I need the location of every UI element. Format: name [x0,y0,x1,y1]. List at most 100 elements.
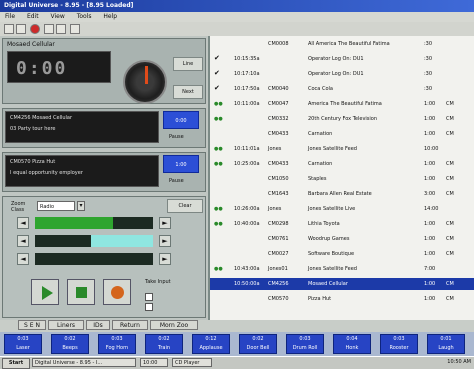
log-row[interactable]: ✔ 10:17:50a CM0040 Coca Cola:30 [210,83,474,95]
task-status[interactable]: 10:00 [140,358,168,367]
left-arrow-icon[interactable]: ◄ [17,253,29,265]
log-code: CM0298 [268,221,289,227]
tab-morn-zoo[interactable]: Morn Zoo [150,320,198,330]
cart-label: Fog Horn [105,345,129,351]
taskbar: Start Digital Universe - 8.95 - I... 10:… [0,356,474,369]
log-row[interactable]: ●● 10:25:00a CM0433 Carnation 1:00 CM [210,158,474,170]
cart-button[interactable]: 0:02 Train [145,334,183,354]
log-length: :30 [424,41,433,47]
deck-2: CM0570 Pizza Hut I equal opportunity emp… [2,152,206,192]
deck-2-time[interactable]: 1:00 [163,155,199,173]
tab-return[interactable]: Return [112,320,148,330]
play-button[interactable] [31,279,59,305]
deck-1-display: CM4256 Mosaed Cellular 03 Party tour her… [5,111,159,143]
menu-help[interactable]: Help [103,13,117,20]
log-code: CM0040 [268,86,289,92]
cart-label: Laugh [438,345,454,351]
fader-3[interactable] [35,253,153,265]
log-row[interactable]: ●● 10:43:00a Jones01 Jones Satellite Feed 7:… [210,263,474,275]
next-button[interactable]: Next [173,85,203,99]
log-row[interactable]: CM0761 Woodrup Games 1:00 CM [210,233,474,245]
log-row[interactable]: CM0008 All America The Beautiful Fatima:3… [210,38,474,50]
toolbar-button-2[interactable] [16,24,26,34]
play-icon [42,286,53,300]
menu-view[interactable]: View [51,13,65,20]
menu-file[interactable]: File [5,13,15,20]
line-button[interactable]: Line [173,57,203,71]
mixer-panel: Zoom Class Radio ▾ Clear ◄ ► ◄ ► ◄ ► Tak… [2,196,206,318]
cart-button[interactable]: 0:12 Applause [192,334,230,354]
fader-1[interactable] [35,217,153,229]
tab-ids[interactable]: IDs [86,320,110,330]
cart-button[interactable]: 0:03 Fog Horn [98,334,136,354]
log-row[interactable]: CM0027 Software Boutique 1:00 CM [210,248,474,260]
log-code: CM0433 [268,131,289,137]
log-row[interactable]: ●● 10:26:00a Jones Jones Satellite Live 14:0… [210,203,474,215]
cart-button[interactable]: 0:03 Laser [4,334,42,354]
log-row[interactable]: CM0570 Pizza Hut 1:00 CM [210,293,474,305]
log-row[interactable]: CM1050 Staples 1:00 CM [210,173,474,185]
toolbar-button-4[interactable] [56,24,66,34]
log-row[interactable]: ●● 10:11:01a Jones Jones Satellite Feed 10:0… [210,143,474,155]
deck-1-pause[interactable]: Pause [169,134,184,140]
log-row[interactable]: ✔ 10:15:35a Operator Log On: DU1:30 [210,53,474,65]
right-arrow-icon[interactable]: ► [159,217,171,229]
log-time: 10:17:50a [234,86,260,92]
log-row[interactable]: ✔ 10:17:10a Operator Log On: DU1:30 [210,68,474,80]
log-row[interactable]: ●● 10:11:00a CM0047 America The Beautiful F… [210,98,474,110]
log-row[interactable]: CM0433 Carnation 1:00 CM [210,128,474,140]
toolbar-button-1[interactable] [4,24,14,34]
fader-2[interactable] [35,235,153,247]
log-row[interactable]: 10:50:00a CM4256 Mosaed Cellular 1:00 CM [210,278,474,290]
task-digital-universe[interactable]: Digital Universe - 8.95 - I... [32,358,136,367]
menu-tools[interactable]: Tools [77,13,92,20]
cart-duration: 0:02 [252,336,264,342]
cart-button[interactable]: 0:02 Beeps [51,334,89,354]
cart-label: Applause [199,345,223,351]
log-row[interactable]: ●● CM0332 20th Century Fox Television 1:00 C… [210,113,474,125]
log-row[interactable]: CM1643 Barbara Allen Real Estate 3:00 CM [210,188,474,200]
zoom-class-select[interactable]: Radio [37,201,75,211]
status-dots-icon: ●● [214,101,223,107]
log-title: Woodrup Games [308,236,350,242]
window-title: Digital Universe - 8.95 - [8.95 Loaded] [0,0,474,12]
cart-button[interactable]: 0:02 Door Bell [239,334,277,354]
deck-2-pause[interactable]: Pause [169,178,184,184]
menu-edit[interactable]: Edit [27,13,39,20]
take-input-checkbox-1[interactable] [145,293,153,301]
log-title: Operator Log On: DU1 [308,71,364,77]
log-row[interactable]: ●● 10:40:00a CM0298 Lithia Toyota 1:00 CM [210,218,474,230]
log-category: CM [446,251,454,257]
zoom-label: Zoom Class [11,201,26,213]
cart-duration: 0:03 [111,336,123,342]
cart-button[interactable]: 0:03 Rooster [380,334,418,354]
cart-label: Rooster [389,345,409,351]
stop-button[interactable] [67,279,95,305]
log-title: Carnation [308,161,333,167]
right-arrow-icon[interactable]: ► [159,253,171,265]
left-arrow-icon[interactable]: ◄ [17,217,29,229]
tab-sen[interactable]: S E N [18,320,46,330]
start-button[interactable]: Start [2,358,30,369]
log-length: :30 [424,71,433,77]
cart-button[interactable]: 0:03 Drum Roll [286,334,324,354]
chevron-down-icon[interactable]: ▾ [77,201,85,211]
clear-button[interactable]: Clear [167,199,203,213]
taskbar-clock: 10:50 AM [447,359,471,365]
cart-button[interactable]: 0:04 Honk [333,334,371,354]
right-arrow-icon[interactable]: ► [159,235,171,247]
playlist-log: CM0008 All America The Beautiful Fatima:3… [208,36,474,320]
log-time: 10:11:00a [234,101,260,107]
toolbar-button-5[interactable] [70,24,80,34]
left-arrow-icon[interactable]: ◄ [17,235,29,247]
record-button[interactable] [103,279,131,305]
toolbar-button-3[interactable] [44,24,54,34]
cart-button[interactable]: 0:01 Laugh [427,334,465,354]
task-cd-player[interactable]: CD Player [172,358,212,367]
take-input-checkbox-2[interactable] [145,303,153,311]
deck-1-time[interactable]: 0:00 [163,111,199,129]
tab-liners[interactable]: Liners [48,320,84,330]
cart-duration: 0:04 [346,336,358,342]
record-icon[interactable] [30,24,40,34]
log-time: 10:25:00a [234,161,260,167]
